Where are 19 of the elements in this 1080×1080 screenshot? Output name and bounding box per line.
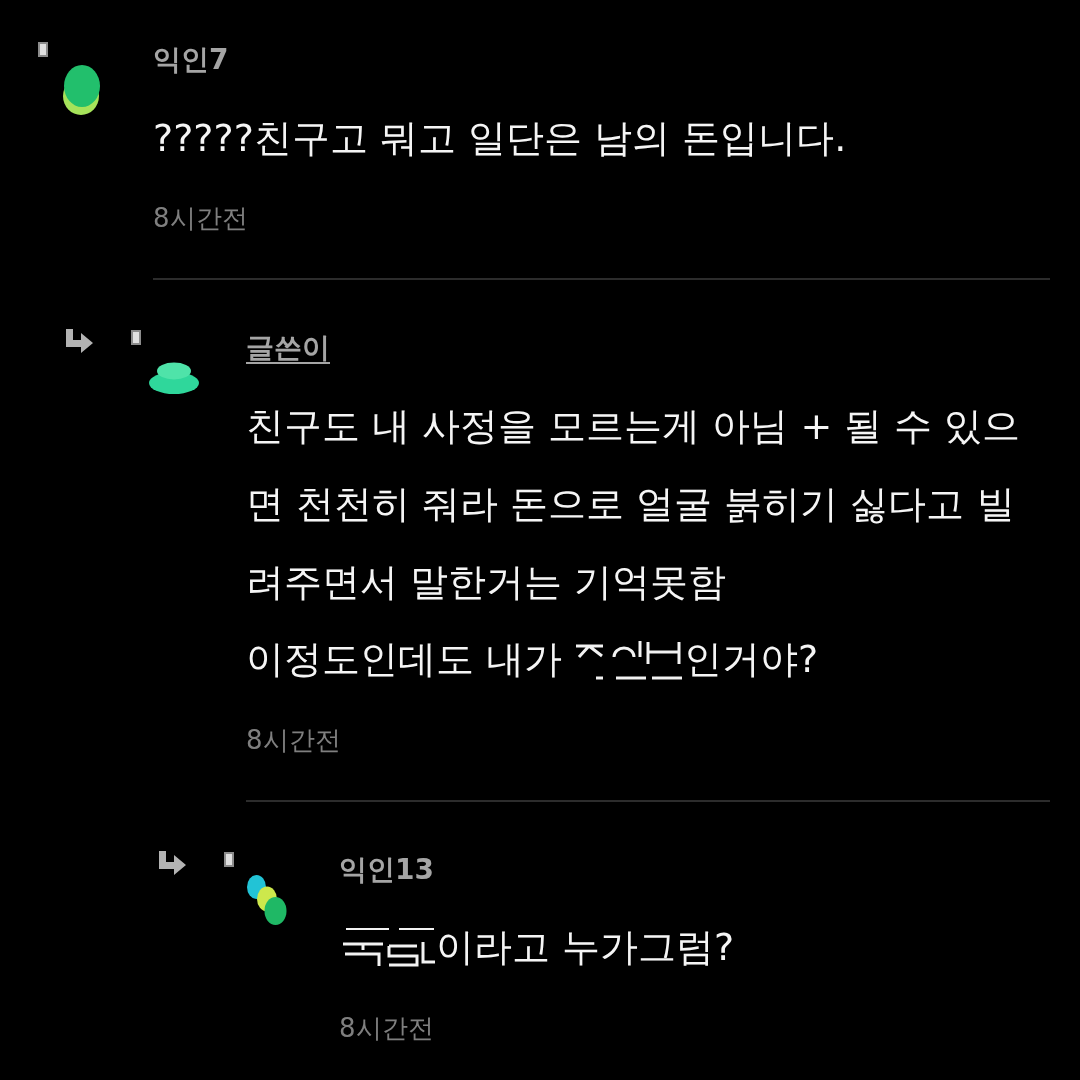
- avatar-icon: [149, 362, 199, 394]
- reply-arrow-icon: [159, 851, 186, 875]
- comment-text: 이정도인데도 내가: [246, 637, 563, 683]
- author-name: 익인7: [153, 43, 229, 77]
- comment-text: 인거야?: [684, 637, 819, 683]
- timestamp: 8시간전: [246, 725, 341, 757]
- author-name: 익인13: [339, 853, 434, 887]
- comment-text: 친구도 내 사정을 모르는게 아님 + 될 수 있으 면 천천히 줘라 돈으로 얼굴 붉히기 싫다고 빌 려주면서 말한거는 기억못함: [246, 403, 1021, 606]
- rectangle-icon: [131, 330, 141, 345]
- rectangle-icon: [224, 852, 234, 867]
- author-name: 글쓴이: [246, 331, 330, 365]
- reply-arrow-icon: [66, 329, 93, 353]
- comment-text: ?????친구고 뭐고 일단은 남의 돈입니다.: [153, 115, 847, 162]
- comment-text: 이라고 누가그럼?: [436, 925, 735, 971]
- timestamp: 8시간전: [153, 203, 248, 235]
- avatar-icon: [62, 65, 100, 115]
- timestamp: 8시간전: [339, 1013, 434, 1045]
- rectangle-icon: [38, 42, 48, 57]
- avatar-icon: [247, 875, 287, 925]
